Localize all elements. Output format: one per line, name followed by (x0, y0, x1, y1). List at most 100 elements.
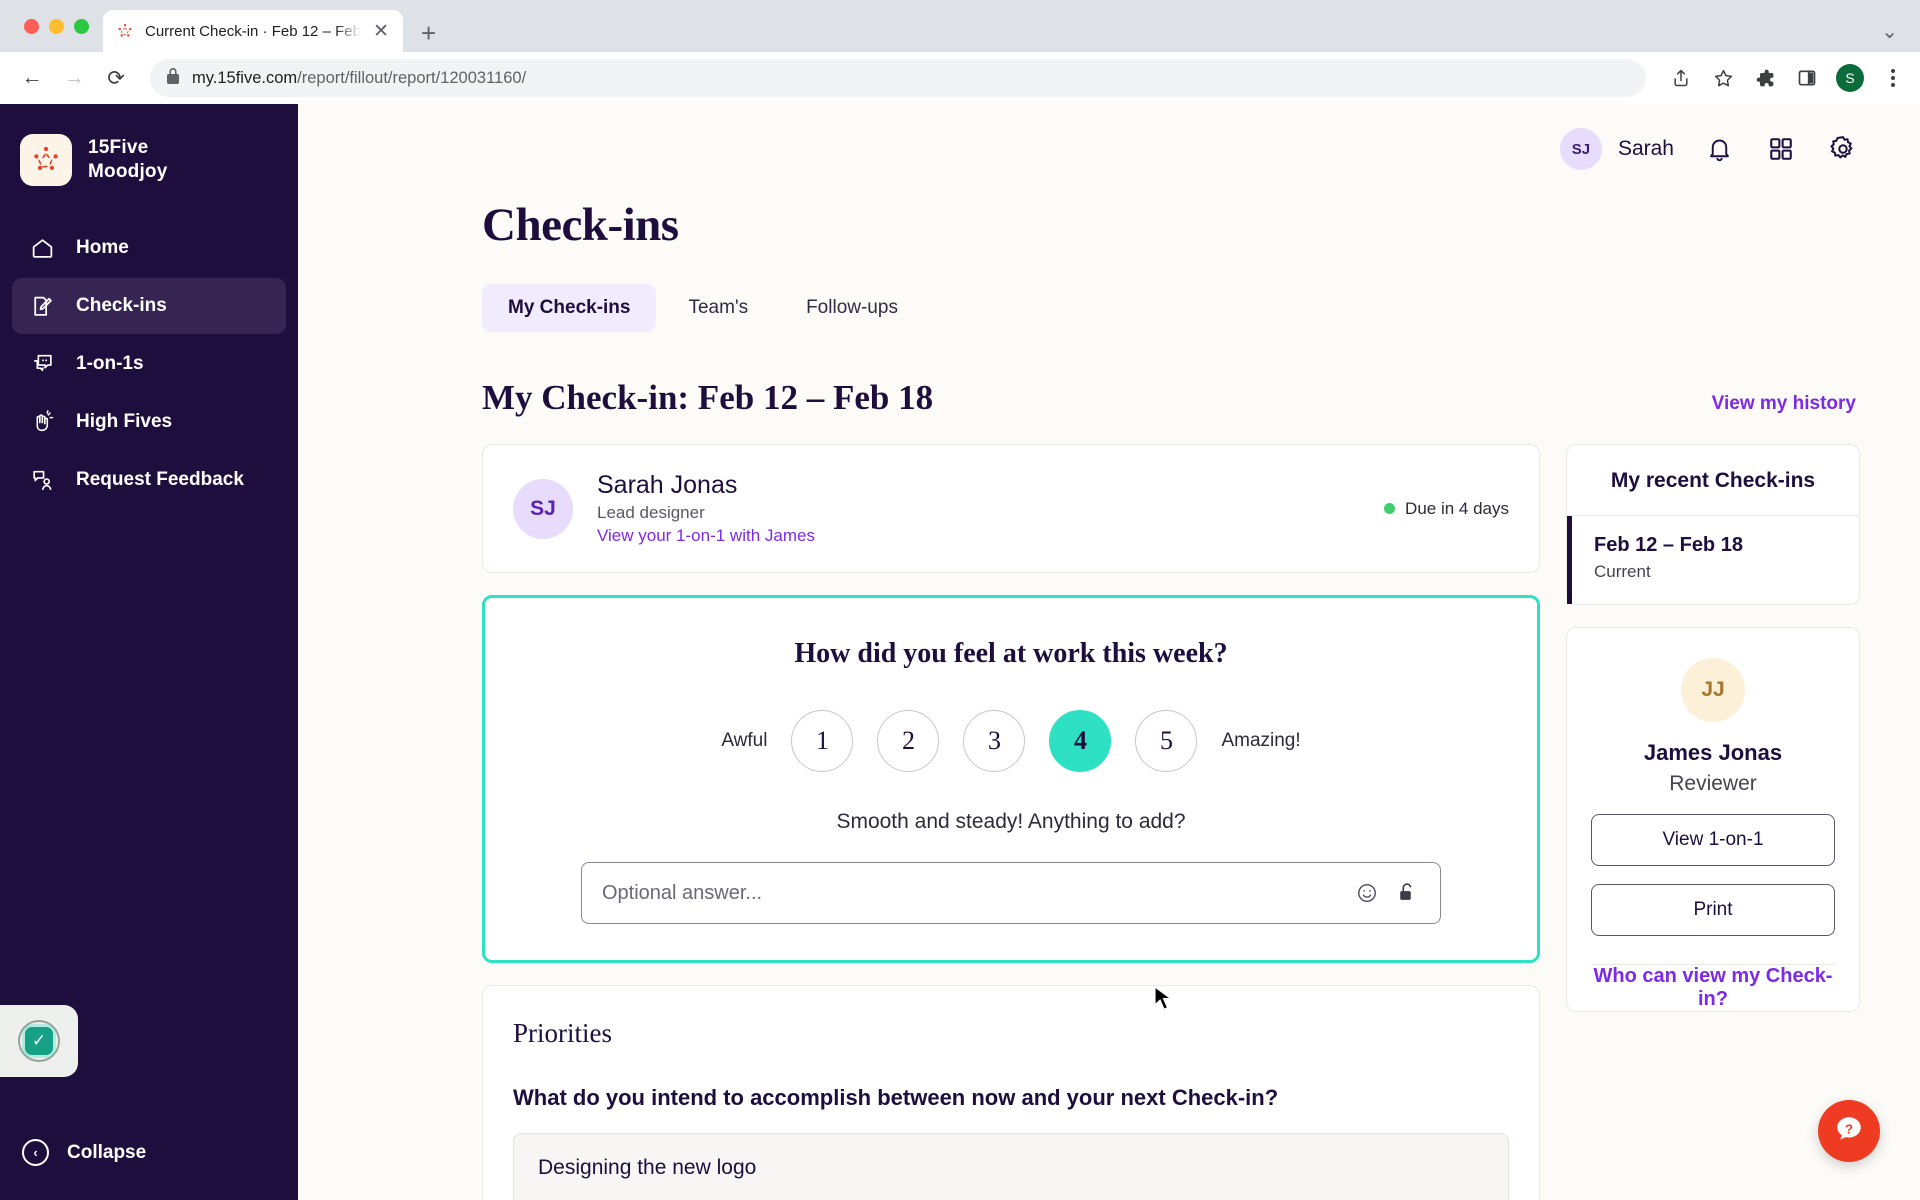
print-button[interactable]: Print (1591, 884, 1835, 936)
browser-toolbar: ← → ⟳ my.15five.com/report/fillout/repor… (0, 52, 1920, 104)
address-bar-url: my.15five.com/report/fillout/report/1200… (192, 69, 526, 88)
sidebar-item-label: Request Feedback (76, 469, 244, 490)
tab-my-check-ins[interactable]: My Check-ins (482, 284, 657, 332)
priorities-entry-input[interactable]: Designing the new logo (513, 1133, 1509, 1200)
collapse-sidebar-button[interactable]: ‹ Collapse (0, 1139, 298, 1200)
status-dot-icon (1384, 503, 1396, 514)
page-content: Check-ins My Check-ins Team's Follow-ups… (298, 172, 1920, 1200)
app-viewport: 15Five Moodjoy Home Check-ins 1-on-1s Hi… (0, 104, 1920, 1200)
view-history-link[interactable]: View my history (1712, 393, 1856, 415)
brand-name: 15Five (88, 137, 149, 158)
app-topbar: SJ Sarah (298, 104, 1920, 172)
feedback-person-icon (28, 466, 56, 494)
mood-answer-input[interactable]: Optional answer... (581, 862, 1441, 924)
user-name: Sarah (1617, 137, 1674, 160)
tab-follow-ups[interactable]: Follow-ups (780, 284, 924, 332)
home-icon (28, 234, 56, 262)
url-domain: my.15five.com (192, 68, 298, 87)
sidebar-footer: ✓ ‹ Collapse (0, 1005, 298, 1200)
help-button[interactable]: ? (1818, 1100, 1880, 1162)
status-badge: Due in 4 days (1384, 499, 1509, 519)
maximize-window-button[interactable] (74, 18, 89, 34)
mood-option-3[interactable]: 3 (963, 710, 1026, 772)
high-five-hand-icon (28, 408, 56, 436)
minimize-window-button[interactable] (49, 18, 64, 34)
who-can-view-link[interactable]: Who can view my Check-in? (1594, 939, 1833, 1036)
sidebar-item-high-fives[interactable]: High Fives (12, 394, 286, 450)
page-tabs: My Check-ins Team's Follow-ups (482, 284, 1860, 332)
recent-checkin-state: Current (1594, 562, 1651, 581)
browser-profile-avatar[interactable]: S (1836, 64, 1864, 92)
sidebar-item-request-feedback[interactable]: Request Feedback (12, 452, 286, 508)
mood-rating-scale: Awful 1 2 3 4 5 Amazing! (515, 710, 1507, 772)
priorities-card: Priorities What do you intend to accompl… (482, 985, 1540, 1200)
15five-logo-icon (115, 21, 135, 41)
address-bar[interactable]: my.15five.com/report/fillout/report/1200… (150, 59, 1646, 97)
mood-feedback-text: Smooth and steady! Anything to add? (836, 810, 1186, 833)
15five-logo-icon (20, 134, 72, 186)
share-icon[interactable] (1668, 65, 1694, 91)
sidebar-item-label: Check-ins (76, 295, 167, 316)
side-panel-icon[interactable] (1794, 65, 1820, 91)
sidebar-item-label: High Fives (76, 411, 173, 432)
checkin-period-title: My Check-in: Feb 12 – Feb 18 (482, 378, 934, 417)
profile-role: Lead designer (597, 503, 705, 522)
recent-checkin-range: Feb 12 – Feb 18 (1594, 534, 1743, 556)
sidebar-nav: Home Check-ins 1-on-1s High Fives Reques… (0, 220, 298, 508)
mood-answer-placeholder: Optional answer... (602, 881, 763, 904)
sidebar-item-label: 1-on-1s (76, 353, 144, 374)
avatar: JJ (1681, 658, 1745, 722)
mood-option-1[interactable]: 1 (791, 710, 854, 772)
user-menu[interactable]: SJ Sarah (1559, 128, 1674, 170)
mood-option-5[interactable]: 5 (1135, 710, 1198, 772)
main-area: SJ Sarah Check-ins My Check-ins Team's F… (298, 104, 1920, 1200)
settings-gear-icon[interactable] (1826, 132, 1860, 166)
sidebar-item-check-ins[interactable]: Check-ins (12, 278, 286, 334)
tab-teams[interactable]: Team's (662, 284, 774, 332)
reviewer-card: JJ James Jonas Reviewer View 1-on-1 Prin… (1566, 627, 1860, 1012)
chevron-down-icon[interactable]: ⌄ (1881, 19, 1920, 52)
chevron-left-circle-icon: ‹ (22, 1139, 49, 1166)
back-button[interactable]: ← (14, 60, 50, 96)
chat-bubbles-icon (28, 350, 56, 378)
sidebar-item-1-on-1s[interactable]: 1-on-1s (12, 336, 286, 392)
sidebar-item-home[interactable]: Home (12, 220, 286, 276)
bookmark-star-icon[interactable] (1710, 65, 1736, 91)
mood-option-4[interactable]: 4 (1049, 710, 1112, 772)
mood-option-2[interactable]: 2 (877, 710, 940, 772)
unlocked-padlock-icon[interactable] (1394, 880, 1420, 906)
workspace-name: Moodjoy (88, 161, 168, 182)
apps-grid-icon[interactable] (1764, 132, 1798, 166)
view-1-on-1-link[interactable]: View your 1-on-1 with James (597, 526, 1360, 546)
window-controls[interactable] (16, 0, 103, 52)
content-columns: SJ Sarah Jonas Lead designer View your 1… (482, 444, 1860, 1200)
recent-checkins-heading: My recent Check-ins (1567, 445, 1859, 516)
close-tab-button[interactable]: ✕ (371, 22, 391, 41)
view-1-on-1-button[interactable]: View 1-on-1 (1591, 814, 1835, 866)
browser-window: Current Check-in · Feb 12 – Feb 18 ✕ + ⌄… (0, 0, 1920, 1200)
section-header: My Check-in: Feb 12 – Feb 18 View my his… (482, 378, 1860, 418)
new-tab-button[interactable]: + (421, 20, 436, 46)
scale-low-label: Awful (721, 730, 768, 751)
help-question-chat-icon: ? (1834, 1114, 1864, 1149)
url-path: /report/fillout/report/120031160/ (297, 68, 527, 87)
browser-menu-button[interactable] (1880, 65, 1906, 91)
recent-checkins-card: My recent Check-ins Feb 12 – Feb 18 Curr… (1566, 444, 1860, 605)
forward-button[interactable]: → (56, 60, 92, 96)
priorities-title: Priorities (513, 1018, 612, 1048)
browser-tab-title: Current Check-in · Feb 12 – Feb 18 (145, 22, 362, 40)
browser-tab[interactable]: Current Check-in · Feb 12 – Feb 18 ✕ (103, 10, 403, 52)
emoji-smiley-icon[interactable] (1354, 880, 1380, 906)
reload-button[interactable]: ⟳ (98, 60, 134, 96)
page-title: Check-ins (482, 199, 679, 251)
checkin-note-icon (28, 292, 56, 320)
notifications-bell-icon[interactable] (1702, 132, 1736, 166)
extension-widget[interactable]: ✓ (0, 1005, 78, 1077)
list-item[interactable]: Feb 12 – Feb 18 Current (1567, 516, 1859, 604)
brand-block[interactable]: 15Five Moodjoy (0, 104, 298, 186)
profile-name: Sarah Jonas (597, 471, 738, 499)
green-check-badge-icon: ✓ (18, 1020, 60, 1062)
extensions-puzzle-icon[interactable] (1752, 65, 1778, 91)
close-window-button[interactable] (24, 18, 39, 34)
status-text: Due in 4 days (1405, 498, 1509, 518)
